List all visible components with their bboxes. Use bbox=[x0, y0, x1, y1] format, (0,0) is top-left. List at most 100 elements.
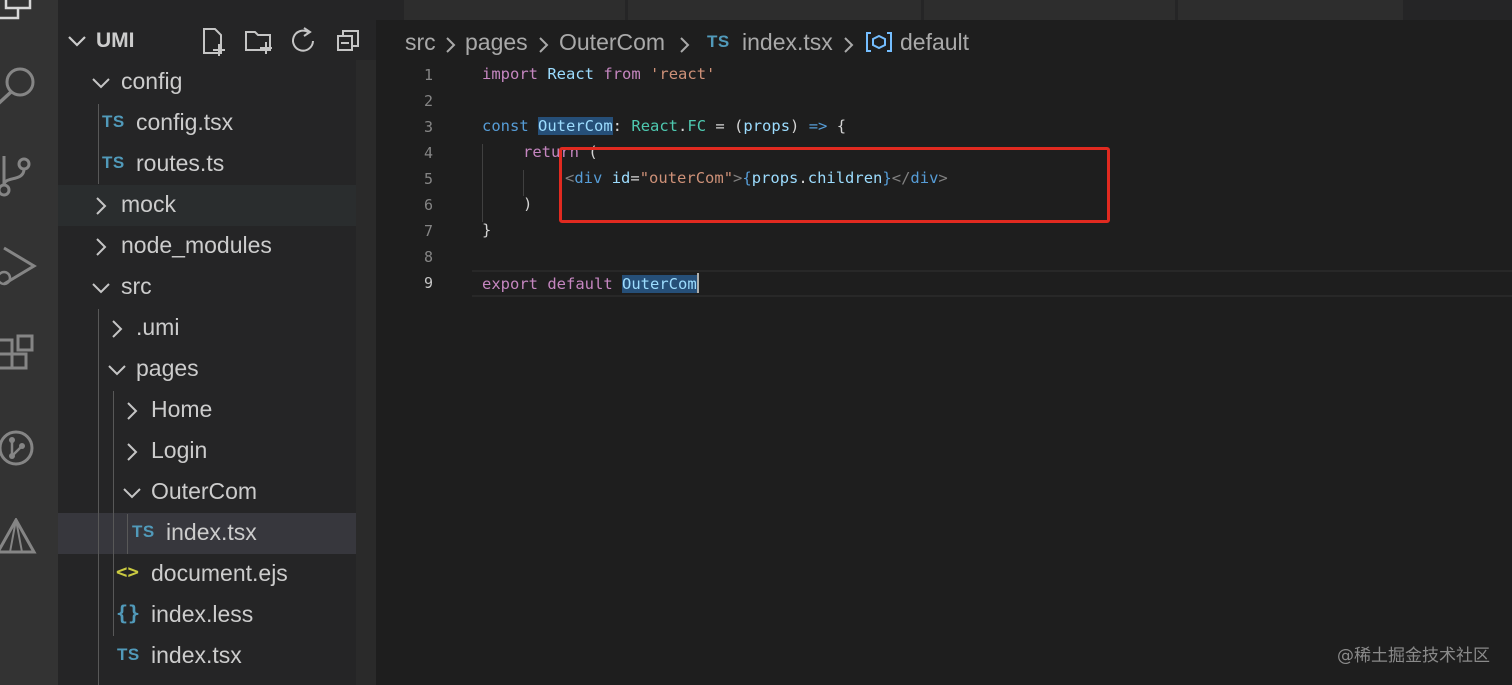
search-icon[interactable] bbox=[0, 62, 40, 106]
tree-item-label: pages bbox=[136, 355, 199, 381]
tree-item-label: node_modules bbox=[121, 232, 272, 258]
tree-item-label: document.ejs bbox=[151, 560, 288, 586]
tree-item-label: Home bbox=[151, 396, 213, 422]
tree-item-label: mock bbox=[121, 191, 176, 217]
code-line-3[interactable]: const OuterCom: React.FC = (props) => { bbox=[482, 117, 846, 135]
workspace-header[interactable]: UMI bbox=[58, 20, 376, 62]
line-number-active: 9 bbox=[423, 274, 433, 292]
json-braces-icon: {} bbox=[116, 601, 141, 625]
collapse-all-icon[interactable] bbox=[334, 26, 364, 56]
line-number: 1 bbox=[423, 66, 433, 84]
breadcrumb-item-file[interactable]: index.tsx bbox=[742, 29, 833, 56]
sidebar-scrollbar[interactable] bbox=[356, 60, 376, 685]
tree-folder-mock[interactable]: mock bbox=[58, 185, 376, 226]
chevron-right-icon bbox=[443, 33, 459, 53]
tree-file-routes-ts[interactable]: TS routes.ts bbox=[58, 144, 376, 185]
line-number: 3 bbox=[423, 118, 433, 136]
line-number: 4 bbox=[423, 144, 433, 162]
line-number: 2 bbox=[423, 92, 433, 110]
tree-file-document-ejs[interactable]: <> document.ejs bbox=[58, 554, 376, 595]
code-line-9[interactable]: export default OuterCom bbox=[482, 273, 699, 293]
typescript-icon: TS bbox=[117, 645, 140, 664]
editor-tab[interactable] bbox=[924, 0, 1176, 20]
tree-item-label: index.less bbox=[151, 601, 254, 627]
chevron-right-icon bbox=[841, 33, 857, 53]
line-number: 6 bbox=[423, 196, 433, 214]
tree-folder-home[interactable]: Home bbox=[58, 390, 376, 431]
tree-item-label: .umi bbox=[136, 314, 180, 340]
tree-item-label: Login bbox=[151, 437, 208, 463]
chevron-right-icon bbox=[121, 441, 143, 463]
typescript-icon: TS bbox=[102, 153, 125, 172]
indent-guide bbox=[113, 391, 114, 636]
code-line-6[interactable]: ) bbox=[523, 195, 532, 213]
code-indent-guide bbox=[482, 144, 483, 222]
indent-guide bbox=[127, 514, 128, 554]
typescript-icon: TS bbox=[132, 522, 155, 541]
code-line-7[interactable]: } bbox=[482, 221, 491, 239]
refresh-icon[interactable] bbox=[289, 26, 319, 56]
new-folder-icon[interactable] bbox=[244, 26, 274, 56]
tree-folder-outercom[interactable]: OuterCom bbox=[58, 472, 376, 513]
remote-explorer-icon[interactable] bbox=[0, 516, 40, 562]
chevron-right-icon bbox=[90, 236, 112, 258]
code-line-1[interactable]: import React from 'react' bbox=[482, 65, 715, 83]
chevron-right-icon bbox=[90, 195, 112, 217]
editor-area: src pages OuterCom TS index.tsx default … bbox=[376, 0, 1512, 685]
activity-bar bbox=[0, 0, 58, 685]
breadcrumb-item-outercom[interactable]: OuterCom bbox=[559, 29, 665, 56]
annotation-highlight-box bbox=[559, 147, 1110, 223]
run-debug-icon[interactable] bbox=[0, 244, 40, 288]
chevron-down-icon bbox=[66, 30, 88, 52]
indent-guide bbox=[98, 104, 99, 184]
tree-item-label: config bbox=[121, 68, 183, 94]
tree-file-index-less[interactable]: {} index.less bbox=[58, 595, 376, 636]
new-file-icon[interactable] bbox=[198, 26, 228, 56]
tree-file-src-index-tsx[interactable]: TS index.tsx bbox=[58, 636, 376, 677]
extensions-icon[interactable] bbox=[0, 334, 40, 378]
editor-tab[interactable] bbox=[404, 0, 626, 20]
chevron-down-icon bbox=[121, 482, 143, 504]
breadcrumb-item-src[interactable]: src bbox=[405, 29, 436, 56]
editor-tab[interactable] bbox=[628, 0, 922, 20]
tree-item-label: index.tsx bbox=[151, 642, 242, 668]
line-number: 8 bbox=[423, 248, 433, 266]
chevron-right-icon bbox=[121, 400, 143, 422]
tree-item-label: routes.ts bbox=[136, 150, 225, 176]
symbol-module-icon bbox=[865, 31, 893, 53]
tree-item-label: config.tsx bbox=[136, 109, 234, 135]
typescript-icon: TS bbox=[102, 112, 125, 131]
chevron-down-icon bbox=[90, 277, 112, 299]
chevron-right-icon bbox=[536, 33, 552, 53]
typescript-icon: TS bbox=[707, 32, 730, 51]
line-number: 7 bbox=[423, 222, 433, 240]
code-indent-guide bbox=[523, 170, 524, 196]
tab-strip bbox=[376, 0, 1512, 20]
indent-guide bbox=[98, 309, 99, 685]
line-number: 5 bbox=[423, 170, 433, 188]
chevron-right-icon bbox=[677, 33, 693, 53]
source-control-icon[interactable] bbox=[0, 154, 40, 198]
tree-item-label: index.tsx bbox=[166, 519, 257, 545]
tree-folder-login[interactable]: Login bbox=[58, 431, 376, 472]
breadcrumb-item-pages[interactable]: pages bbox=[465, 29, 528, 56]
tree-folder-src[interactable]: src bbox=[58, 267, 376, 308]
tree-folder-umi[interactable]: .umi bbox=[58, 308, 376, 349]
explorer-icon[interactable] bbox=[0, 0, 40, 30]
tree-item-label: src bbox=[121, 273, 152, 299]
tree-folder-node-modules[interactable]: node_modules bbox=[58, 226, 376, 267]
workspace-title: UMI bbox=[96, 29, 135, 52]
git-graph-icon[interactable] bbox=[0, 426, 40, 470]
tree-file-outercom-index-tsx[interactable]: TS index.tsx bbox=[58, 513, 376, 554]
breadcrumb: src pages OuterCom TS index.tsx default bbox=[376, 22, 1512, 62]
text-cursor bbox=[696, 273, 699, 293]
editor-tab[interactable] bbox=[1178, 0, 1404, 20]
tree-folder-pages[interactable]: pages bbox=[58, 349, 376, 390]
breadcrumb-item-symbol[interactable]: default bbox=[900, 29, 969, 56]
tree-item-label: OuterCom bbox=[151, 478, 258, 504]
tree-file-config-tsx[interactable]: TS config.tsx bbox=[58, 103, 376, 144]
chevron-down-icon bbox=[90, 72, 112, 94]
chevron-right-icon bbox=[106, 318, 128, 340]
tree-folder-config[interactable]: config bbox=[58, 62, 376, 103]
code-file-icon: <> bbox=[116, 561, 139, 583]
